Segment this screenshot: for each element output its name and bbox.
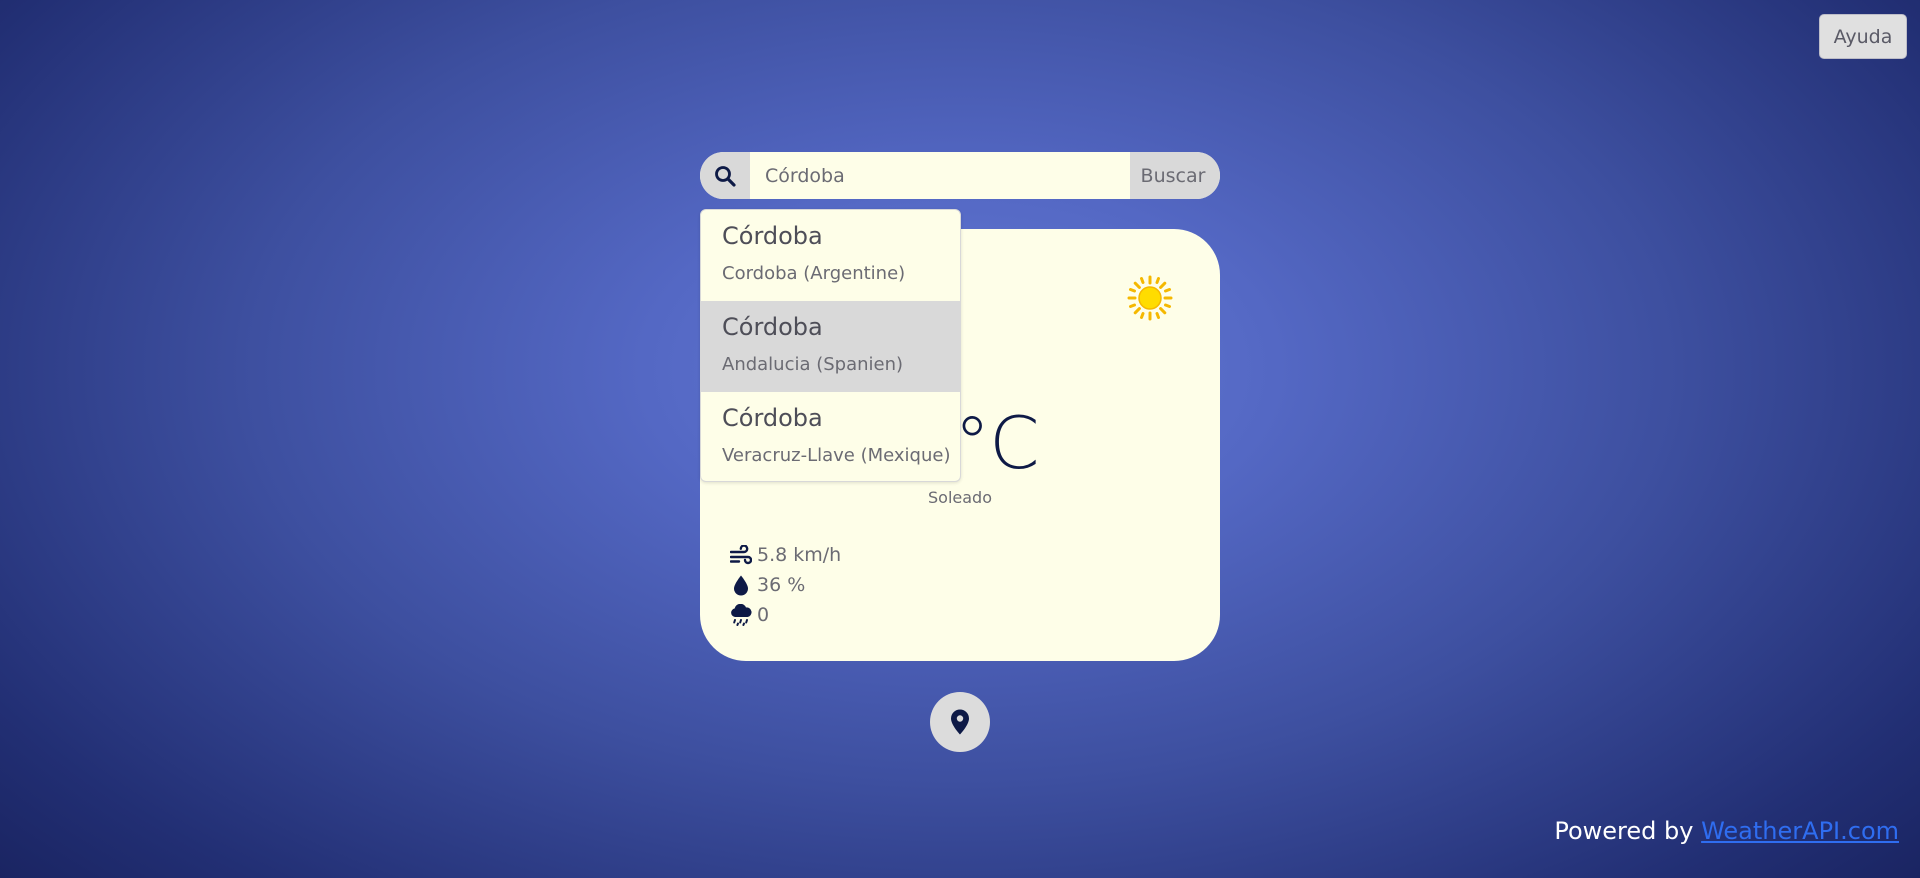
humidity-row: 36 % bbox=[729, 570, 841, 600]
wind-row: 5.8 km/h bbox=[729, 540, 841, 570]
water-drop-icon bbox=[729, 573, 753, 597]
suggestion-region: Andalucia (Spanien) bbox=[722, 354, 904, 375]
weather-stats: 5.8 km/h 36 % 0 bbox=[729, 540, 841, 630]
location-button[interactable] bbox=[930, 692, 990, 752]
humidity-value: 36 % bbox=[757, 574, 806, 596]
weather-condition: Soleado bbox=[928, 488, 992, 507]
suggestion-item[interactable]: Córdoba Cordoba (Argentine) bbox=[701, 210, 960, 301]
search-bar: Buscar bbox=[700, 152, 1220, 199]
search-button[interactable]: Buscar bbox=[1130, 152, 1220, 199]
sun-icon bbox=[1127, 275, 1173, 321]
map-pin-icon bbox=[951, 709, 969, 735]
wind-speed: 5.8 km/h bbox=[757, 544, 842, 566]
search-icon[interactable] bbox=[700, 152, 750, 199]
search-input[interactable] bbox=[750, 152, 1130, 199]
suggestion-region: Cordoba (Argentine) bbox=[722, 263, 906, 284]
suggestion-item[interactable]: Córdoba Andalucia (Spanien) bbox=[701, 301, 960, 392]
suggestion-name: Córdoba bbox=[722, 222, 823, 250]
footer-credit: Powered by WeatherAPI.com bbox=[1554, 817, 1899, 845]
suggestion-item[interactable]: Córdoba Veracruz-Llave (Mexique) bbox=[701, 392, 960, 481]
suggestion-name: Córdoba bbox=[722, 313, 823, 341]
help-button[interactable]: Ayuda bbox=[1819, 14, 1907, 59]
suggestions-dropdown: Córdoba Cordoba (Argentine) Córdoba Anda… bbox=[700, 209, 961, 482]
cloud-rain-icon bbox=[729, 603, 753, 627]
precipitation-row: 0 bbox=[729, 600, 841, 630]
powered-by-text: Powered by bbox=[1554, 817, 1694, 845]
suggestion-name: Córdoba bbox=[722, 404, 823, 432]
precipitation-value: 0 bbox=[757, 604, 770, 626]
weatherapi-link[interactable]: WeatherAPI.com bbox=[1701, 817, 1899, 845]
wind-icon bbox=[729, 543, 753, 567]
suggestion-region: Veracruz-Llave (Mexique) bbox=[722, 445, 951, 466]
